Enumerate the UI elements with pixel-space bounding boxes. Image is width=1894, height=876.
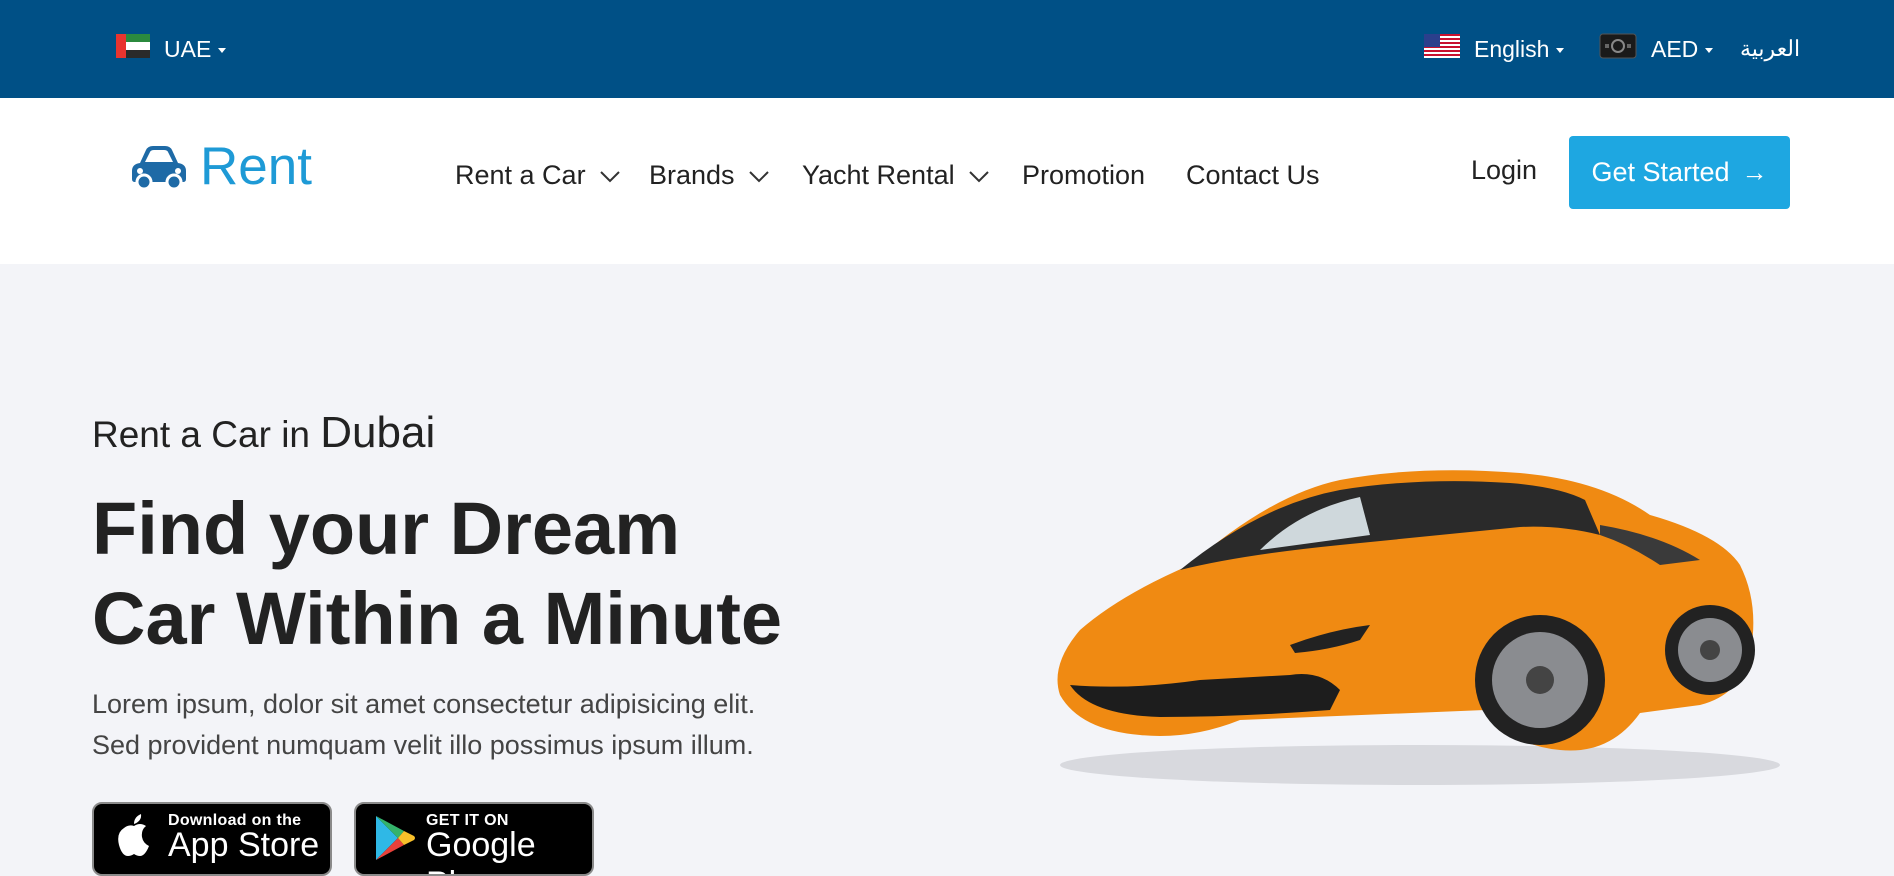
app-store-button[interactable]: Download on the App Store [92,802,332,876]
nav-item-brands[interactable]: Brands [649,155,769,195]
currency-label: AED [1651,35,1699,62]
apple-icon [118,814,149,856]
hero-description: Lorem ipsum, dolor sit amet consectetur … [92,684,812,766]
sports-car-image [1057,470,1780,785]
arabic-language-link[interactable]: العربية [1740,0,1800,98]
country-label: UAE [164,35,212,62]
us-flag-icon [1424,34,1460,64]
nav-item-label: Promotion [1022,159,1146,190]
hero-title-line: Car Within a Minute [92,577,782,660]
language-label: English [1474,35,1550,62]
nav-item-label: Yacht Rental [802,159,955,190]
google-play-big-text: Google Play [426,826,536,874]
get-started-button[interactable]: Get Started → [1569,136,1790,209]
app-store-big-text: App Store [168,826,320,864]
car-front-hub [1526,666,1554,694]
nav-item-contact-us[interactable]: Contact Us [1186,155,1320,195]
logo[interactable]: Rent [130,136,312,197]
hero-subtitle: Rent a Car in Dubai [92,408,435,458]
nav-item-promotion[interactable]: Promotion [1022,155,1145,195]
nav-item-yacht-rental[interactable]: Yacht Rental [802,155,989,195]
hero-title: Find your Dream Car Within a Minute [92,484,852,664]
cash-icon [1599,31,1637,67]
chevron-down-icon [968,171,989,183]
country-selector[interactable]: UAE [116,0,227,98]
top-bar: UAE English AED العربية [0,0,1894,98]
car-rear-hub [1700,640,1720,660]
google-play-icon [376,816,415,860]
google-play-button[interactable]: GET IT ON Google Play [354,802,594,876]
chevron-down-icon [748,171,769,183]
hero-subtitle-city: Dubai [320,408,436,457]
caret-down-icon [218,47,227,53]
language-selector[interactable]: English [1424,0,1565,98]
currency-selector[interactable]: AED [1599,0,1714,98]
uae-flag-icon [116,34,150,64]
nav-item-label: Rent a Car [455,159,586,190]
hero-description-line: Lorem ipsum, dolor sit amet consectetur … [92,689,756,719]
chevron-down-icon [599,171,620,183]
caret-down-icon [1556,47,1565,53]
hero-description-line: Sed provident numquam velit illo possimu… [92,730,754,760]
logo-text: Rent [200,137,312,196]
get-started-label: Get Started [1591,157,1730,187]
car-icon [132,145,186,189]
hero-title-line: Find your Dream [92,487,680,570]
nav-item-rent-a-car[interactable]: Rent a Car [455,155,620,195]
caret-down-icon [1705,47,1714,53]
nav-item-label: Brands [649,159,735,190]
arabic-link-label: العربية [1740,36,1801,61]
login-link[interactable]: Login [1471,155,1537,186]
car-shadow [1060,745,1780,785]
arrow-right-icon: → [1741,157,1768,187]
nav-item-label: Contact Us [1186,159,1320,190]
hero-subtitle-prefix: Rent a Car in [92,414,321,455]
